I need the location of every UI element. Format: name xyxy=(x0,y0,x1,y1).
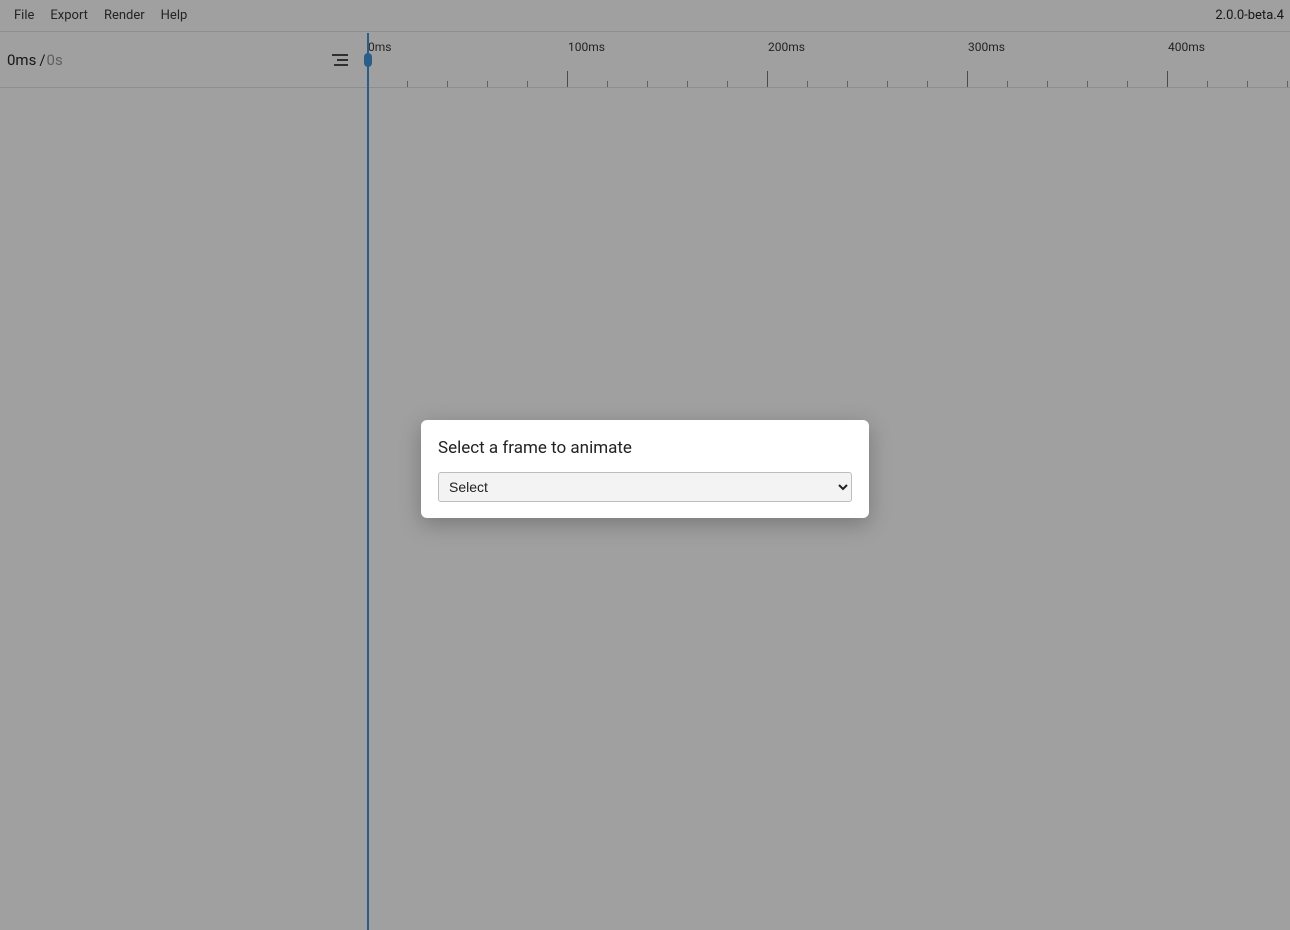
ruler-tick-minor xyxy=(647,81,648,87)
ruler-tick-minor xyxy=(607,81,608,87)
menu-help[interactable]: Help xyxy=(153,4,196,27)
time-separator: / xyxy=(36,51,46,69)
ruler-tick-minor xyxy=(847,81,848,87)
ruler-tick-minor xyxy=(1247,81,1248,87)
ruler-tick-minor xyxy=(447,81,448,87)
ruler-tick-minor xyxy=(1047,81,1048,87)
ruler-tick-major xyxy=(767,71,768,87)
ruler-tick-minor xyxy=(1087,81,1088,87)
timeline-left-panel: 0ms / 0s xyxy=(0,33,360,87)
ruler-tick-major xyxy=(567,71,568,87)
ruler-label: 300ms xyxy=(968,40,1005,54)
menu-export[interactable]: Export xyxy=(42,4,96,27)
playhead-handle[interactable] xyxy=(364,53,372,67)
ruler-tick-minor xyxy=(1287,81,1288,87)
time-total: 0s xyxy=(47,51,63,69)
modal-title: Select a frame to animate xyxy=(438,438,852,458)
timeline-header: 0ms / 0s 0ms 100ms 200ms 300ms 400ms xyxy=(0,33,1290,88)
ruler-tick-minor xyxy=(1207,81,1208,87)
ruler-tick-minor xyxy=(1127,81,1128,87)
ruler-label: 200ms xyxy=(768,40,805,54)
time-current: 0ms xyxy=(7,51,36,69)
ruler-tick-minor xyxy=(927,81,928,87)
ruler-tick-minor xyxy=(807,81,808,87)
ruler-tick-minor xyxy=(407,81,408,87)
ruler-label: 400ms xyxy=(1168,40,1205,54)
ruler-tick-minor xyxy=(1007,81,1008,87)
ruler-tick-minor xyxy=(687,81,688,87)
frame-select[interactable]: Select xyxy=(438,472,852,502)
ruler-tick-major xyxy=(967,71,968,87)
ruler-tick-minor xyxy=(487,81,488,87)
menubar: File Export Render Help 2.0.0-beta.4 xyxy=(0,0,1290,32)
menu-file[interactable]: File xyxy=(6,4,42,27)
ruler-tick-minor xyxy=(727,81,728,87)
ruler-tick-major xyxy=(1167,71,1168,87)
timeline-ruler[interactable]: 0ms 100ms 200ms 300ms 400ms xyxy=(360,33,1290,87)
ruler-tick-minor xyxy=(887,81,888,87)
menu-render[interactable]: Render xyxy=(96,4,153,27)
align-right-icon[interactable] xyxy=(332,53,348,67)
version-label: 2.0.0-beta.4 xyxy=(1207,4,1284,27)
ruler-label: 100ms xyxy=(568,40,605,54)
ruler-tick-minor xyxy=(527,81,528,87)
select-frame-modal: Select a frame to animate Select xyxy=(421,420,869,518)
playhead[interactable] xyxy=(367,33,369,930)
ruler-label: 0ms xyxy=(368,40,391,54)
